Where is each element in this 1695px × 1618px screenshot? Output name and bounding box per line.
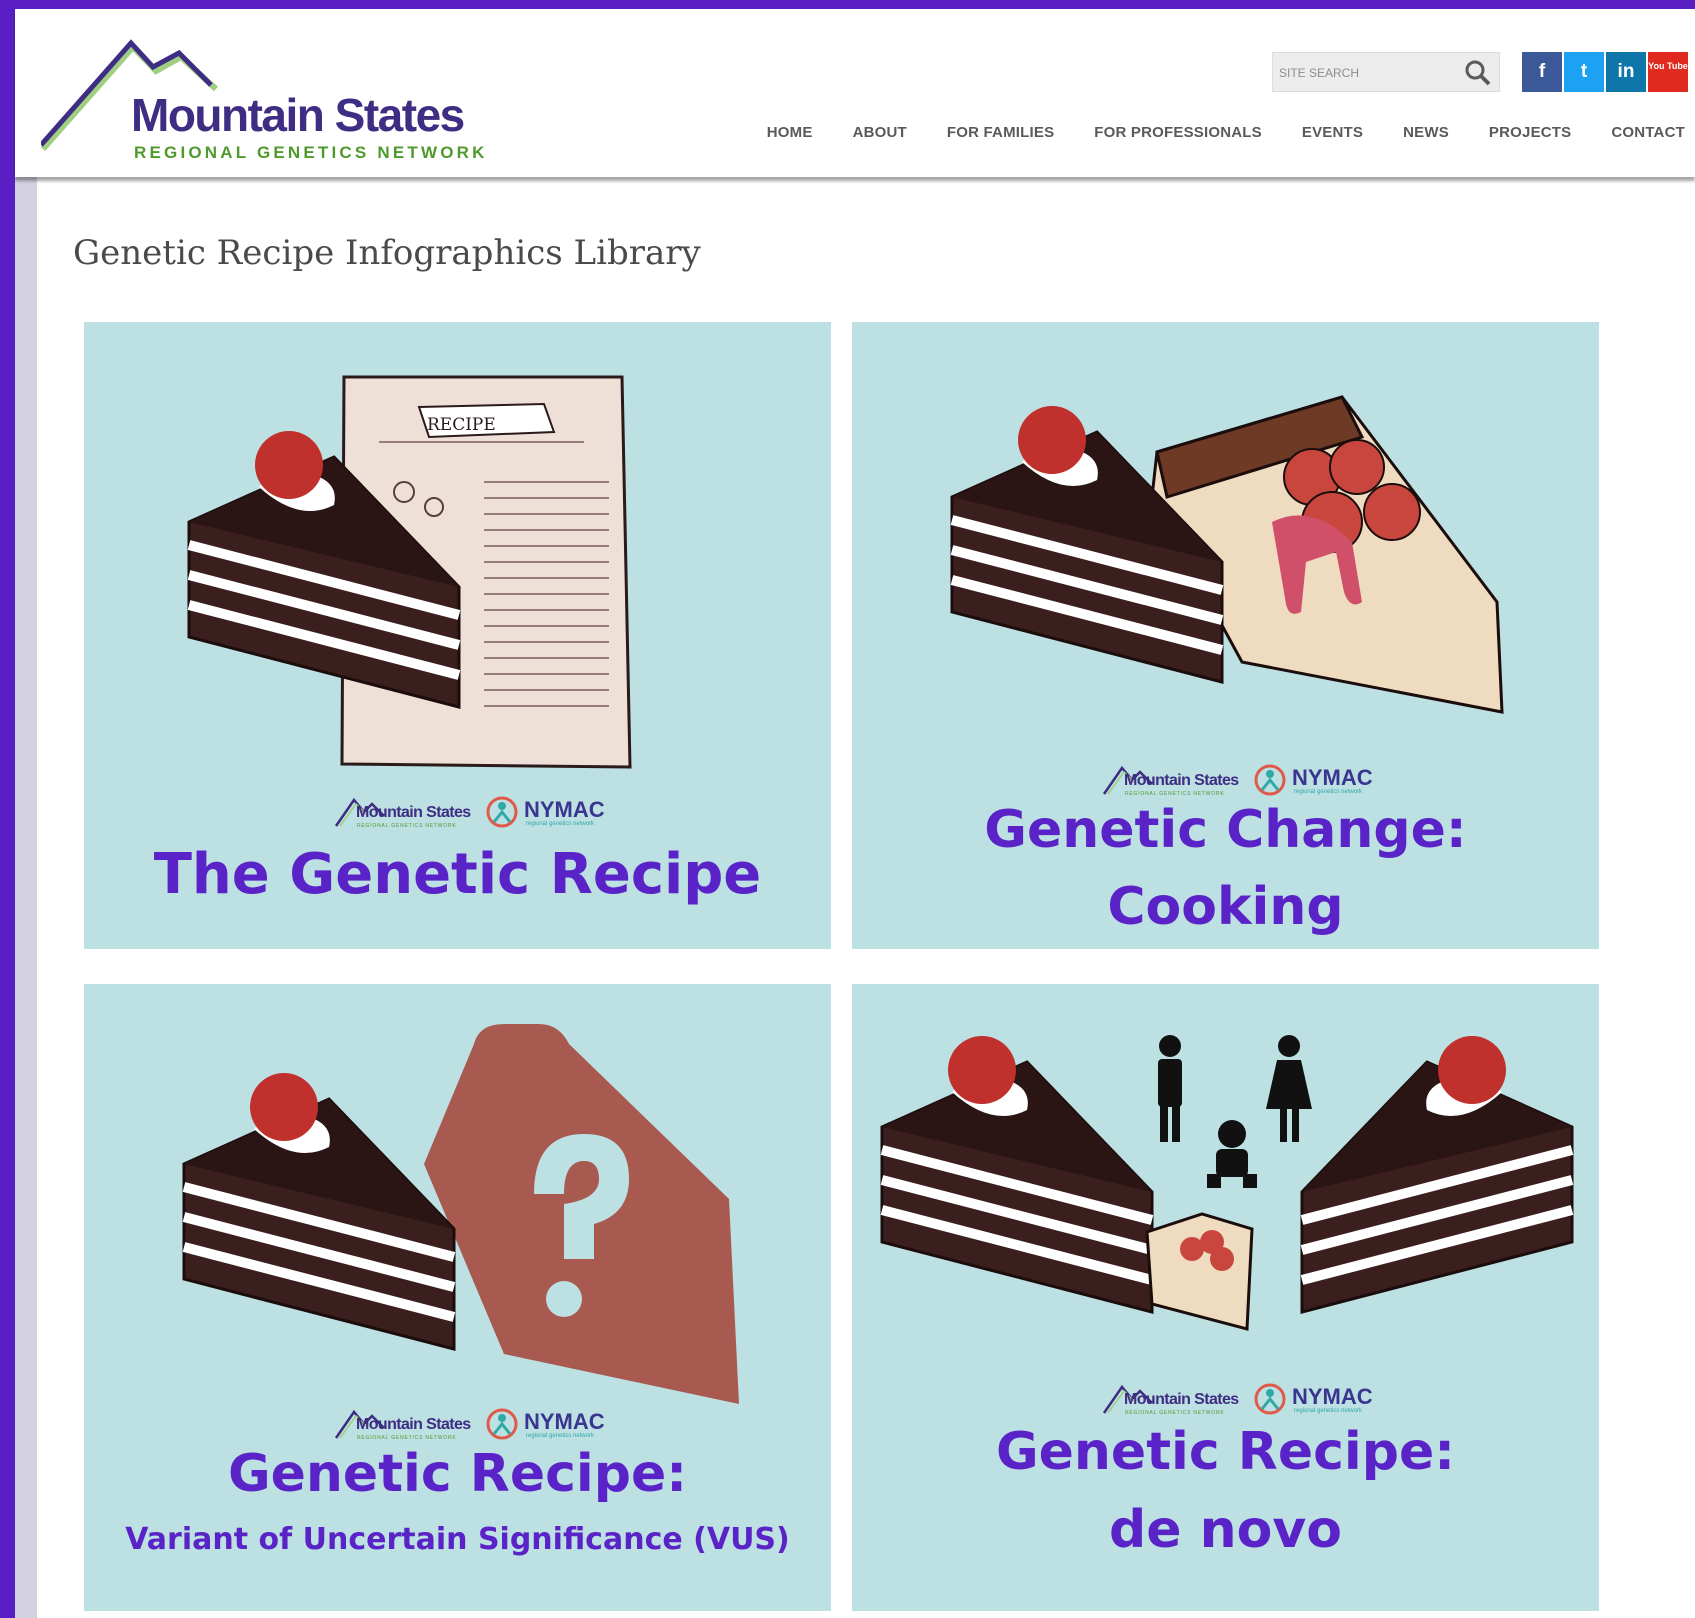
nav-for-families[interactable]: FOR FAMILIES [947,124,1054,141]
nymac-logo: NYMAC regional genetics network [1252,760,1392,800]
infographic-card-de-novo[interactable]: Mountain States REGIONAL GENETICS NETWOR… [852,984,1599,1611]
site-search [1272,52,1500,92]
mountain-states-logo: Mountain States REGIONAL GENETICS NETWOR… [334,792,474,832]
logo-title: Mountain States [131,89,465,141]
mountain-states-logo: Mountain States REGIONAL GENETICS NETWOR… [1102,1379,1242,1419]
card-title: Genetic Recipe: [995,1422,1456,1482]
card-subtitle: de novo [1109,1500,1342,1560]
partner-logos: Mountain States REGIONAL GENETICS NETWOR… [1102,760,1402,800]
nav-events[interactable]: EVENTS [1302,124,1363,141]
site-logo[interactable]: Mountain States REGIONAL GENETICS NETWOR… [41,33,484,173]
infographic-card-genetic-recipe[interactable]: RECIPE Mountain States REGIONAL GENETICS… [84,322,831,949]
card-title: Genetic Change: [984,800,1467,860]
nymac-logo: NYMAC regional genetics network [484,1404,624,1444]
nav-projects[interactable]: PROJECTS [1489,124,1571,141]
page-title: Genetic Recipe Infographics Library [73,233,701,273]
card-subtitle: Cooking [1107,877,1344,937]
nymac-logo: NYMAC regional genetics network [484,792,624,832]
nymac-logo: NYMAC regional genetics network [1252,1379,1392,1419]
card-title: Genetic Recipe: [227,1444,688,1504]
linkedin-icon: in [1617,61,1635,82]
search-input[interactable] [1279,59,1459,87]
family-icon [1158,1035,1312,1188]
linkedin-link[interactable]: in [1606,52,1646,92]
facebook-icon: f [1538,61,1546,82]
infographic-card-genetic-change-cooking[interactable]: Mountain States REGIONAL GENETICS NETWOR… [852,322,1599,949]
card-subtitle: Variant of Uncertain Significance (VUS) [125,1522,790,1557]
vus-cake-illustration [84,1024,739,1404]
main-content: Genetic Recipe Infographics Library RECI… [37,177,1695,1618]
search-button[interactable] [1463,59,1493,87]
nav-home[interactable]: HOME [767,124,813,141]
nav-about[interactable]: ABOUT [853,124,907,141]
mountain-states-logo: Mountain States REGIONAL GENETICS NETWOR… [334,1404,474,1444]
nav-for-professionals[interactable]: FOR PROFESSIONALS [1094,124,1262,141]
infographic-card-vus[interactable]: Mountain States REGIONAL GENETICS NETWOR… [84,984,831,1611]
facebook-link[interactable]: f [1522,52,1562,92]
logo-subtitle: REGIONAL GENETICS NETWORK [134,143,488,162]
search-icon [1465,60,1491,86]
card-title: The Genetic Recipe [153,842,762,907]
partner-logos: Mountain States REGIONAL GENETICS NETWOR… [334,792,634,832]
twitter-link[interactable]: t [1564,52,1604,92]
site-header: Mountain States REGIONAL GENETICS NETWOR… [15,9,1695,177]
main-nav: HOME ABOUT FOR FAMILIES FOR PROFESSIONAL… [727,124,1685,141]
nav-news[interactable]: NEWS [1403,124,1449,141]
svg-text:RECIPE: RECIPE [427,415,496,435]
nav-contact[interactable]: CONTACT [1611,124,1685,141]
youtube-icon: You Tube [1648,61,1688,71]
twitter-icon: t [1580,61,1588,82]
partner-logos: Mountain States REGIONAL GENETICS NETWOR… [334,1404,634,1444]
mountain-states-logo: Mountain States REGIONAL GENETICS NETWOR… [1102,760,1242,800]
page-frame: Mountain States REGIONAL GENETICS NETWOR… [15,9,1695,1618]
partner-logos: Mountain States REGIONAL GENETICS NETWOR… [1102,1379,1402,1419]
youtube-link[interactable]: You Tube [1648,52,1688,92]
